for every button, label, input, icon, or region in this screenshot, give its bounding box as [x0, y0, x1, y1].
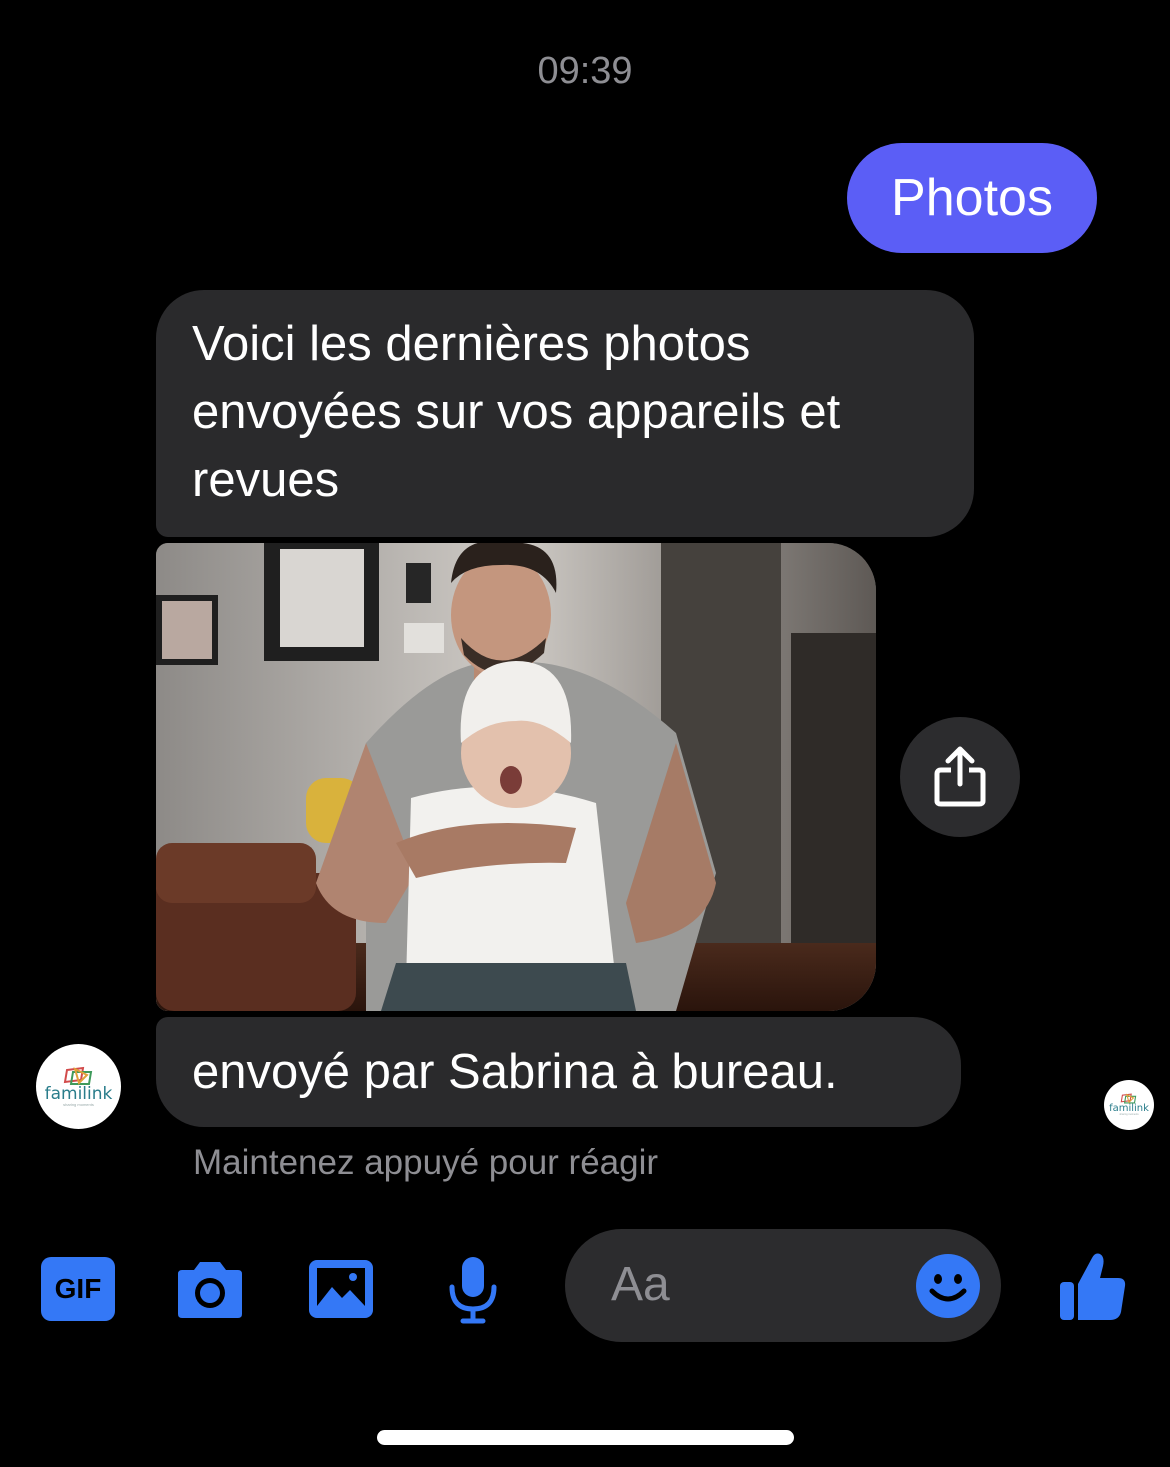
message-input[interactable]: Aa	[565, 1229, 1001, 1342]
outgoing-message-bubble[interactable]: Photos	[847, 143, 1097, 253]
message-timestamp: 09:39	[537, 50, 633, 92]
emoji-button[interactable]	[915, 1253, 981, 1319]
thumbs-up-icon	[1060, 1253, 1126, 1320]
gif-label: GIF	[54, 1273, 102, 1304]
image-icon	[309, 1260, 373, 1318]
camera-icon	[178, 1262, 242, 1318]
reaction-hint: Maintenez appuyé pour réagir	[193, 1143, 659, 1182]
like-button[interactable]	[1058, 1250, 1128, 1322]
photo-caption-text: envoyé par Sabrina à bureau.	[192, 1045, 838, 1099]
camera-button[interactable]	[172, 1258, 248, 1322]
share-icon	[934, 746, 986, 807]
incoming-message-bubble[interactable]: Voici les dernières photos envoyées sur …	[156, 290, 974, 537]
gif-button[interactable]: GIF	[40, 1256, 116, 1322]
share-button[interactable]	[900, 717, 1020, 837]
microphone-button[interactable]	[445, 1255, 501, 1325]
shared-photo[interactable]	[156, 543, 876, 1011]
emoji-icon	[916, 1254, 980, 1318]
gif-icon: GIF	[41, 1257, 115, 1321]
incoming-message-text: Voici les dernières photos envoyées sur …	[192, 317, 841, 507]
sender-avatar[interactable]: familink sharing moments	[36, 1044, 121, 1129]
avatar-tagline-text: sharing moments	[1119, 1113, 1139, 1117]
photo-caption-bubble[interactable]: envoyé par Sabrina à bureau.	[156, 1017, 961, 1127]
home-indicator[interactable]	[377, 1430, 794, 1445]
avatar-brand-text: familink	[44, 1084, 113, 1104]
message-input-placeholder: Aa	[611, 1258, 670, 1311]
gallery-button[interactable]	[306, 1256, 376, 1322]
microphone-icon	[449, 1257, 497, 1324]
familink-logo-icon	[63, 1066, 92, 1085]
photo-illustration	[156, 543, 876, 1011]
avatar-tagline-text: sharing moments	[63, 1102, 94, 1107]
outgoing-message-text: Photos	[891, 169, 1053, 227]
read-receipt-avatar: familink sharing moments	[1104, 1080, 1154, 1130]
